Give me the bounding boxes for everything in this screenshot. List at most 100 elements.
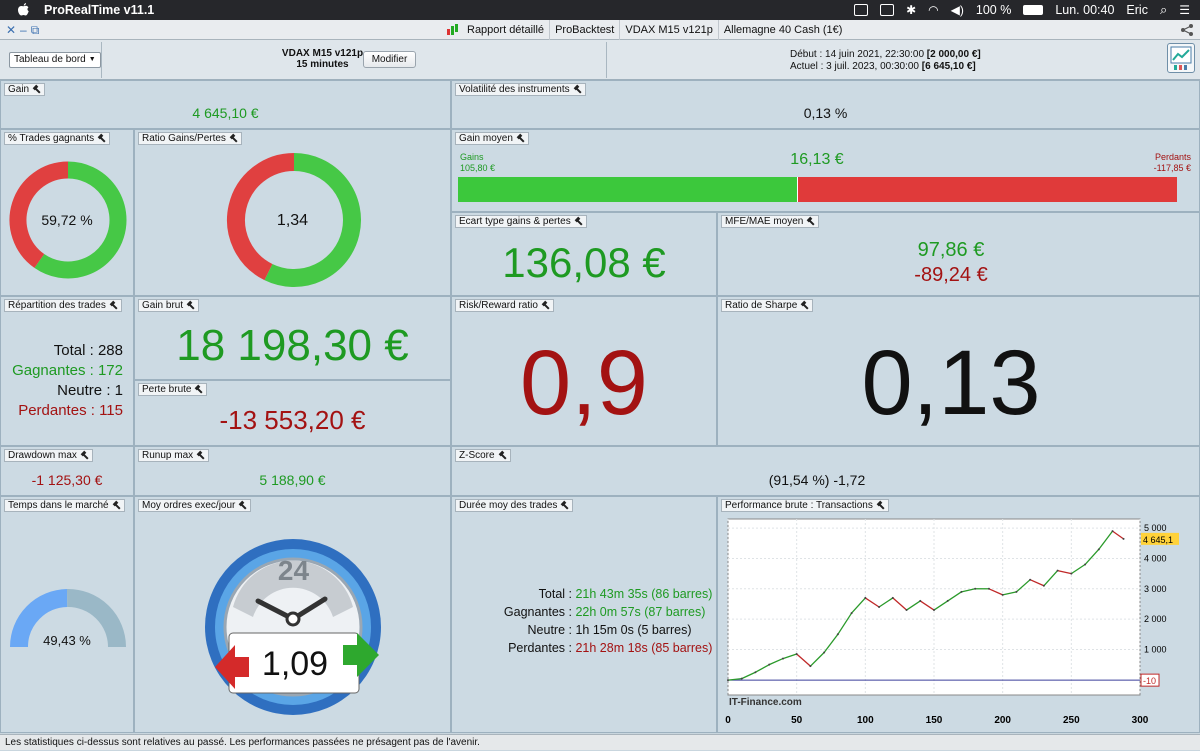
neutral-label: Neutre : xyxy=(57,382,111,399)
panel-title[interactable]: Performance brute : Transactions xyxy=(721,499,889,512)
panel-ratio-gains-losses: Ratio Gains/Pertes 1,34 xyxy=(134,129,451,296)
battery-label[interactable]: 100 % xyxy=(976,3,1011,17)
panel-title[interactable]: Gain moyen xyxy=(455,132,529,145)
panel-title[interactable]: Gain xyxy=(4,83,46,96)
equity-point xyxy=(1097,548,1100,551)
distribution-total: Total : 288 xyxy=(12,341,123,361)
panel-title[interactable]: Volatilité des instruments xyxy=(455,83,586,96)
panel-title[interactable]: Moy ordres exec/jour xyxy=(138,499,252,512)
panel-trade-distribution: Répartition des trades Total : 288 Gagna… xyxy=(0,296,134,446)
panel-title-text: MFE/MAE moyen xyxy=(725,216,804,227)
battery-icon[interactable] xyxy=(1023,5,1044,15)
panel-runup: Runup max 5 188,90 € xyxy=(134,446,451,496)
display-icon[interactable] xyxy=(880,4,895,16)
user-name[interactable]: Eric xyxy=(1126,3,1148,17)
pin-icon[interactable] xyxy=(197,452,205,460)
panel-title-text: Gain moyen xyxy=(459,133,513,144)
pin-icon[interactable] xyxy=(98,135,106,143)
panel-title[interactable]: Temps dans le marché xyxy=(4,499,125,512)
win-rate-value: 59,72 % xyxy=(41,212,93,228)
panel-title[interactable]: Ratio Gains/Pertes xyxy=(138,132,242,145)
app-name[interactable]: ProRealTime v11.1 xyxy=(44,3,154,17)
chart-icon[interactable] xyxy=(446,23,460,37)
tab-detailed-report[interactable]: Rapport détaillé xyxy=(462,20,549,40)
bluetooth-icon[interactable]: ✱ xyxy=(906,3,916,17)
panel-title[interactable]: Durée moy des trades xyxy=(455,499,574,512)
y-tick-label: 2 000 xyxy=(1144,614,1167,624)
dashboard-selector[interactable]: Tableau de bord ▼ xyxy=(9,52,101,68)
share-icon[interactable] xyxy=(1180,23,1194,37)
pin-icon[interactable] xyxy=(110,302,118,310)
equity-point xyxy=(850,612,853,615)
pin-icon[interactable] xyxy=(517,135,525,143)
pin-icon[interactable] xyxy=(807,218,815,226)
modify-button[interactable]: Modifier xyxy=(363,51,416,68)
equity-point xyxy=(727,679,729,682)
panel-title[interactable]: MFE/MAE moyen xyxy=(721,215,820,228)
panel-title[interactable]: Runup max xyxy=(138,449,210,462)
screen-icon[interactable] xyxy=(854,4,869,16)
equity-point xyxy=(754,671,757,674)
panel-title-text: Performance brute : Transactions xyxy=(725,500,873,511)
panel-title[interactable]: Répartition des trades xyxy=(4,299,122,312)
pin-icon[interactable] xyxy=(195,386,203,394)
panel-title-text: Répartition des trades xyxy=(8,300,106,311)
pin-icon[interactable] xyxy=(801,302,809,310)
panel-title-text: Ratio de Sharpe xyxy=(725,300,798,311)
last-value-label: 4 645,1 xyxy=(1143,535,1173,545)
control-center-icon[interactable]: ☰ xyxy=(1179,3,1190,17)
pin-icon[interactable] xyxy=(230,135,238,143)
volume-icon[interactable]: ◀) xyxy=(951,3,964,17)
system-info: VDAX M15 v121p 15 minutes xyxy=(270,48,375,70)
dashboard-selector-label: Tableau de bord xyxy=(14,54,86,65)
clock[interactable]: Lun. 00:40 xyxy=(1055,3,1114,17)
x-tick-label: 250 xyxy=(1063,715,1080,726)
panel-title-text: Ratio Gains/Pertes xyxy=(142,133,226,144)
panel-title[interactable]: Drawdown max xyxy=(4,449,93,462)
pin-icon[interactable] xyxy=(499,452,507,460)
duration-value: 1h 15m 0s (5 barres) xyxy=(572,623,692,637)
panel-title-text: Gain brut xyxy=(142,300,184,311)
panel-time-in-market: Temps dans le marché 49,43 % xyxy=(0,496,134,733)
panel-risk-reward: Risk/Reward ratio 0,9 xyxy=(451,296,717,446)
panel-title[interactable]: Perte brute xyxy=(138,383,208,396)
panel-title[interactable]: Z-Score xyxy=(455,449,511,462)
status-bar: Les statistiques ci-dessus sont relative… xyxy=(0,734,1200,750)
report-settings-icon[interactable] xyxy=(1167,43,1195,73)
distribution-winning: Gagnantes : 172 xyxy=(12,361,123,381)
pin-icon[interactable] xyxy=(575,218,583,226)
tab-probacktest[interactable]: ProBacktest xyxy=(549,20,619,40)
pin-icon[interactable] xyxy=(81,452,89,460)
pin-icon[interactable] xyxy=(187,302,195,310)
panel-orders-per-day: Moy ordres exec/jour 24 1,09 xyxy=(134,496,451,733)
pin-icon[interactable] xyxy=(561,502,569,510)
pin-icon[interactable] xyxy=(239,502,247,510)
window-controls[interactable]: ✕–⧉ xyxy=(6,23,43,38)
pin-icon[interactable] xyxy=(542,302,550,310)
equity-point xyxy=(933,609,935,612)
panel-title[interactable]: Ratio de Sharpe xyxy=(721,299,814,312)
gain-value: 4 645,10 € xyxy=(192,105,259,121)
pin-icon[interactable] xyxy=(33,86,41,94)
wifi-icon[interactable]: ◠ xyxy=(928,3,938,17)
search-icon[interactable]: ⌕ xyxy=(1160,2,1167,18)
panel-title-text: Volatilité des instruments xyxy=(459,84,570,95)
distribution-losing: Perdantes : 115 xyxy=(12,401,123,421)
panel-title[interactable]: Gain brut xyxy=(138,299,200,312)
pin-icon[interactable] xyxy=(113,502,121,510)
ratio-value: 1,34 xyxy=(276,212,309,229)
panel-title[interactable]: Risk/Reward ratio xyxy=(455,299,554,312)
avg-gain-bar-fill xyxy=(458,177,799,202)
pin-icon[interactable] xyxy=(877,502,885,510)
losing-label: Perdantes : xyxy=(18,402,95,419)
zscore-value: (91,54 %) -1,72 xyxy=(768,472,866,488)
tab-system[interactable]: VDAX M15 v121p xyxy=(619,20,717,40)
pin-icon[interactable] xyxy=(574,86,582,94)
watermark: IT-Finance.com xyxy=(729,697,802,708)
apple-icon[interactable] xyxy=(18,3,29,16)
panel-title-text: Runup max xyxy=(142,450,194,461)
panel-title[interactable]: % Trades gagnants xyxy=(4,132,111,145)
equity-point xyxy=(891,596,894,599)
tab-instrument[interactable]: Allemagne 40 Cash (1€) xyxy=(717,20,848,40)
panel-title[interactable]: Ecart type gains & pertes xyxy=(455,215,587,228)
